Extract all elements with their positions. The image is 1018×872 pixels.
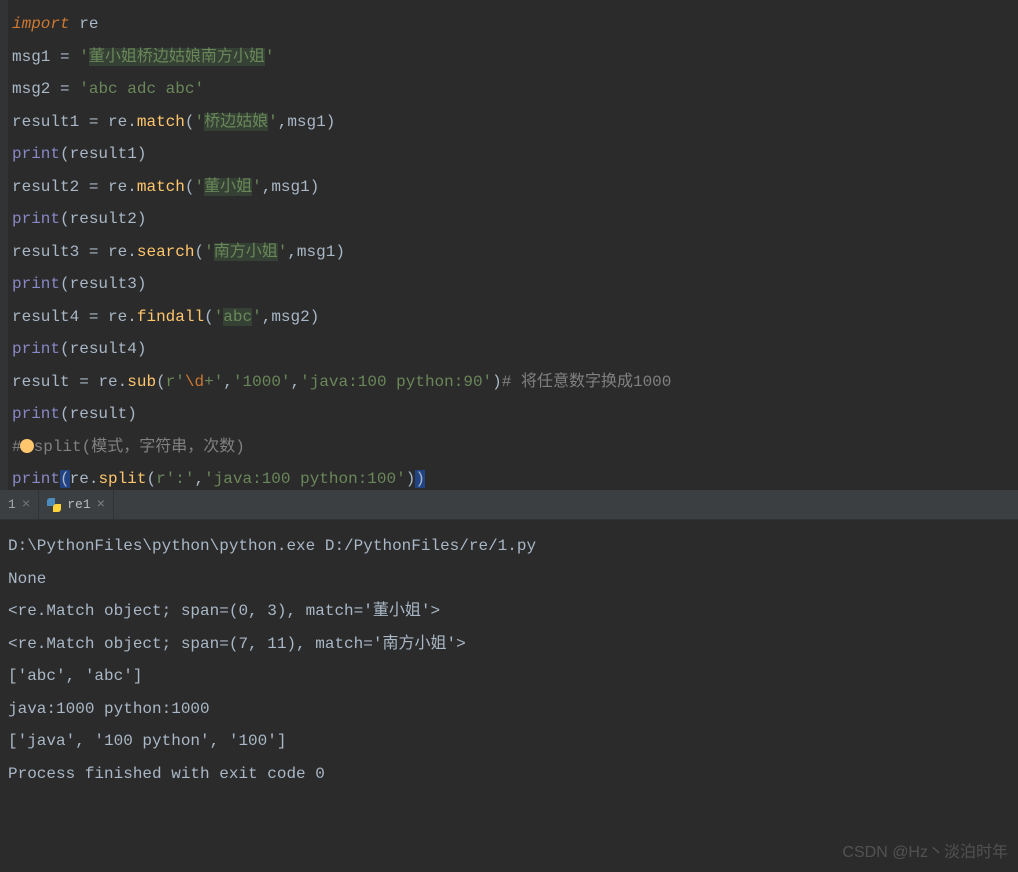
console-output: ['abc', 'abc'] — [8, 660, 1010, 693]
method: match — [137, 113, 185, 131]
tab-bar: 1 × re1 × — [0, 490, 1018, 520]
watermark: CSDN @Hz丶淡泊时年 — [842, 838, 1008, 862]
code-line-5[interactable]: print(result1) — [8, 138, 1018, 171]
string-cn: 董小姐桥边姑娘南方小姐 — [89, 48, 265, 66]
tab-label: re1 — [67, 497, 90, 512]
tab-1[interactable]: 1 × — [0, 490, 39, 519]
close-icon[interactable]: × — [22, 497, 30, 513]
code-line-9[interactable]: print(result3) — [8, 268, 1018, 301]
cursor-position: ) — [415, 470, 425, 488]
code-line-14[interactable]: #split(模式，字符串，次数) — [8, 431, 1018, 464]
code-line-1[interactable]: import re — [8, 8, 1018, 41]
intention-bulb-icon[interactable] — [20, 439, 34, 453]
code-line-8[interactable]: result3 = re.search('南方小姐',msg1) — [8, 236, 1018, 269]
code-line-13[interactable]: print(result) — [8, 398, 1018, 431]
code-line-6[interactable]: result2 = re.match('董小姐',msg1) — [8, 171, 1018, 204]
code-line-11[interactable]: print(result4) — [8, 333, 1018, 366]
console-output: None — [8, 563, 1010, 596]
console-output: <re.Match object; span=(7, 11), match='南… — [8, 628, 1010, 661]
builtin: print — [12, 145, 60, 163]
code-editor[interactable]: import re msg1 = '董小姐桥边姑娘南方小姐' msg2 = 'a… — [0, 0, 1018, 490]
console-output: ['java', '100 python', '100'] — [8, 725, 1010, 758]
tab-label: 1 — [8, 497, 16, 512]
code-line-4[interactable]: result1 = re.match('桥边姑娘',msg1) — [8, 106, 1018, 139]
console-output: <re.Match object; span=(0, 3), match='董小… — [8, 595, 1010, 628]
code-line-15[interactable]: print(re.split(r':','java:100 python:100… — [8, 463, 1018, 490]
close-icon[interactable]: × — [97, 497, 105, 513]
escape-seq: \d — [185, 373, 204, 391]
module-name: re — [79, 15, 98, 33]
code-line-10[interactable]: result4 = re.findall('abc',msg2) — [8, 301, 1018, 334]
console-output: Process finished with exit code 0 — [8, 758, 1010, 791]
keyword-import: import — [12, 15, 70, 33]
console-output: D:\PythonFiles\python\python.exe D:/Pyth… — [8, 530, 1010, 563]
code-line-12[interactable]: result = re.sub(r'\d+','1000','java:100 … — [8, 366, 1018, 399]
comment: # 将任意数字换成1000 — [502, 373, 672, 391]
console-output: java:1000 python:1000 — [8, 693, 1010, 726]
var: msg1 — [12, 48, 50, 66]
code-line-7[interactable]: print(result2) — [8, 203, 1018, 236]
string: 'abc adc abc' — [79, 80, 204, 98]
python-file-icon — [47, 498, 61, 512]
code-line-2[interactable]: msg1 = '董小姐桥边姑娘南方小姐' — [8, 41, 1018, 74]
tab-re1[interactable]: re1 × — [39, 490, 114, 519]
run-console[interactable]: D:\PythonFiles\python\python.exe D:/Pyth… — [0, 520, 1018, 852]
code-line-3[interactable]: msg2 = 'abc adc abc' — [8, 73, 1018, 106]
